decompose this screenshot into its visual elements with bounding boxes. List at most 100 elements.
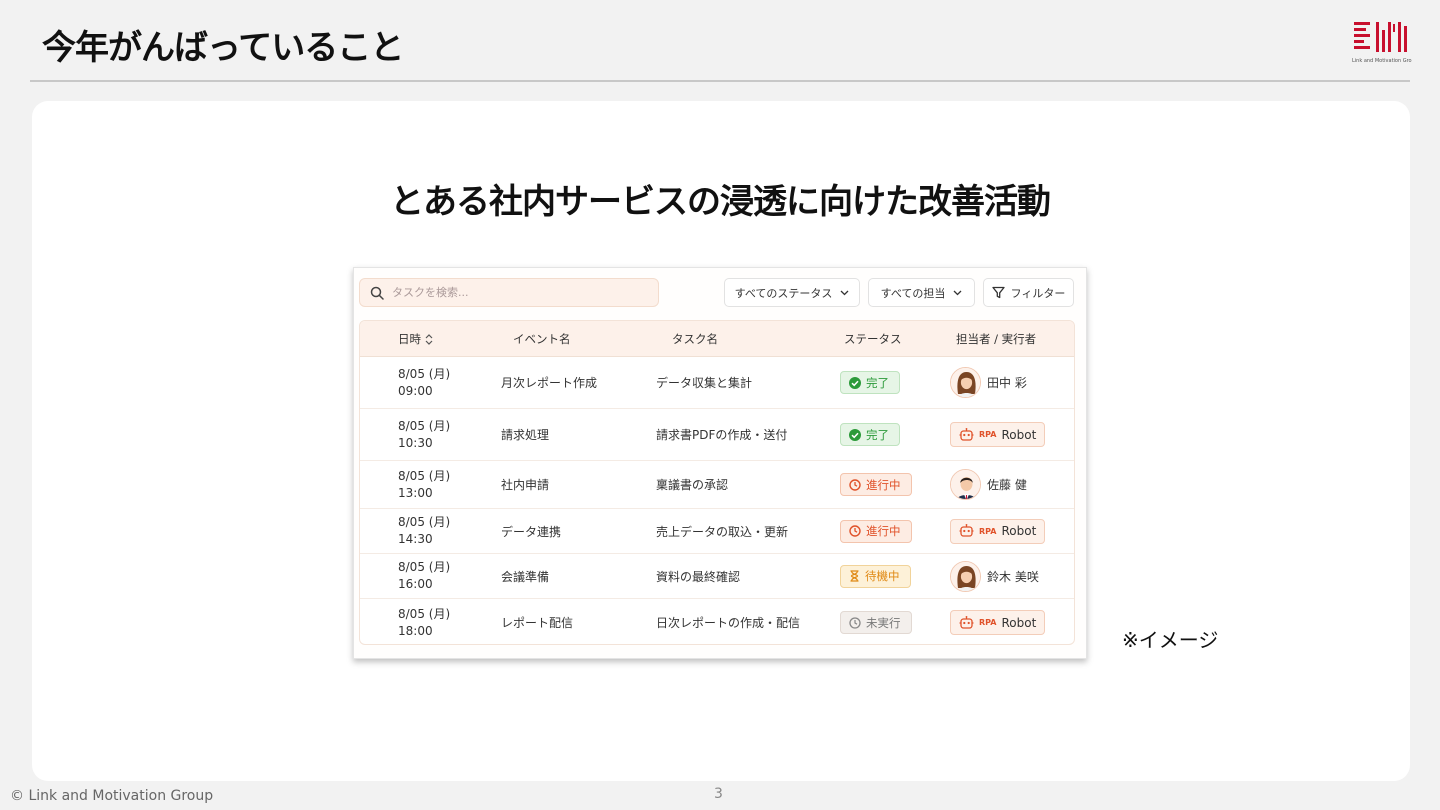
task-name: 売上データの取込・更新: [656, 524, 789, 539]
row-date: 8/05 (月): [398, 515, 451, 529]
status-cell: 進行中: [840, 461, 912, 508]
clock-icon: [849, 478, 861, 491]
assignee-name: Robot: [1001, 615, 1037, 630]
column-header-date[interactable]: 日時: [398, 321, 433, 357]
robot-icon: [959, 615, 974, 629]
status-label: 完了: [866, 375, 889, 390]
status-cell: 待機中: [840, 554, 911, 598]
assignee-cell: RPA Robot: [950, 599, 1045, 644]
row-time: 16:00: [398, 577, 433, 591]
assignee-cell: 佐藤 健: [950, 461, 1027, 508]
event-name: 社内申請: [501, 478, 550, 492]
column-header-task: タスク名: [672, 332, 718, 346]
status-label: 未実行: [866, 615, 901, 630]
assignee-cell: 田中 彩: [950, 357, 1027, 408]
event-name: データ連携: [501, 524, 562, 539]
status-badge: 進行中: [840, 473, 912, 496]
rpa-label: RPA: [979, 618, 997, 627]
robot-assignee-chip[interactable]: RPA Robot: [950, 610, 1045, 635]
table-row[interactable]: 8/05 (月) 10:30 請求処理 請求書PDFの作成・送付 完了 RPA Robot: [360, 409, 1074, 461]
page-number: 3: [714, 786, 723, 802]
status-badge: 完了: [840, 371, 900, 394]
event-name: 会議準備: [501, 569, 550, 584]
task-name: データ収集と集計: [656, 376, 753, 390]
assignee-name: 佐藤 健: [987, 478, 1027, 492]
search-box[interactable]: [359, 278, 659, 307]
table-row[interactable]: 8/05 (月) 14:30 データ連携 売上データの取込・更新 進行中 RPA Robot: [360, 509, 1074, 554]
table-row[interactable]: 8/05 (月) 16:00 会議準備 資料の最終確認 待機中 鈴木 美咲: [360, 554, 1074, 599]
robot-icon: [959, 524, 974, 537]
status-label: 進行中: [866, 477, 901, 492]
status-label: 待機中: [865, 569, 900, 583]
assignee-cell: 鈴木 美咲: [950, 554, 1039, 598]
date-cell: 8/05 (月) 10:30: [398, 409, 450, 460]
check-circle-icon: [849, 376, 861, 389]
date-cell: 8/05 (月) 14:30: [398, 509, 450, 553]
clock-icon: [849, 525, 861, 537]
slide-subtitle: とある社内サービスの浸透に向けた改善活動: [390, 182, 1051, 222]
hourglass-icon: [850, 570, 859, 582]
chevron-down-icon: [953, 290, 962, 295]
slide-title: 今年がんばっていること: [42, 28, 404, 68]
table-row[interactable]: 8/05 (月) 09:00 月次レポート作成 データ収集と集計 完了 田中 彩: [360, 357, 1074, 409]
assignee-name: Robot: [1001, 524, 1037, 538]
clock-icon: [849, 616, 861, 629]
filter-icon: [991, 286, 1005, 299]
robot-assignee-chip[interactable]: RPA Robot: [950, 422, 1045, 447]
row-time: 13:00: [398, 485, 433, 500]
status-cell: 完了: [840, 409, 900, 460]
copyright: © Link and Motivation Group: [10, 788, 214, 804]
assignee-name: Robot: [1001, 427, 1037, 442]
female-avatar-icon: [951, 561, 980, 591]
assignee-name: 鈴木 美咲: [987, 569, 1039, 584]
female-avatar-icon: [951, 368, 980, 397]
assignee-dropdown-label: すべての担当: [880, 286, 946, 300]
date-cell: 8/05 (月) 18:00: [398, 599, 451, 644]
status-badge: 未実行: [840, 611, 912, 634]
status-label: 進行中: [866, 524, 901, 538]
row-date: 8/05 (月): [398, 606, 451, 621]
row-time: 10:30: [398, 435, 433, 450]
avatar: [950, 367, 981, 398]
column-header-assignee: 担当者 / 実行者: [956, 332, 1037, 346]
search-icon: [370, 286, 384, 300]
rpa-label: RPA: [979, 430, 997, 439]
task-name: 日次レポートの作成・配信: [656, 616, 801, 630]
event-name: 請求処理: [501, 428, 550, 442]
robot-icon: [959, 427, 974, 441]
avatar: [950, 469, 981, 500]
image-note: ※イメージ: [1122, 628, 1219, 652]
status-cell: 進行中: [840, 509, 912, 553]
column-header-event: イベント名: [513, 332, 571, 346]
status-cell: 完了: [840, 357, 900, 408]
filter-button-label: フィルター: [1010, 286, 1066, 300]
table-header: 日時 イベント名 タスク名 ステータス 担当者 / 実行者: [360, 321, 1074, 357]
event-name: レポート配信: [501, 616, 574, 630]
row-date: 8/05 (月): [398, 468, 451, 483]
search-input[interactable]: [392, 286, 642, 299]
assignee-dropdown[interactable]: すべての担当: [868, 278, 975, 307]
filter-button[interactable]: フィルター: [983, 278, 1074, 307]
row-date: 8/05 (月): [398, 560, 451, 574]
date-cell: 8/05 (月) 13:00: [398, 461, 450, 508]
event-name: 月次レポート作成: [501, 376, 598, 390]
status-badge: 完了: [840, 423, 900, 446]
date-cell: 8/05 (月) 09:00: [398, 357, 450, 408]
row-time: 18:00: [398, 623, 433, 638]
date-cell: 8/05 (月) 16:00: [398, 554, 450, 598]
logo-caption: Link and Motivation Group: [1352, 58, 1412, 64]
header-divider: [30, 80, 1410, 82]
assignee-cell: RPA Robot: [950, 509, 1045, 553]
table-row[interactable]: 8/05 (月) 13:00 社内申請 稟議書の承認 進行中 佐藤 健: [360, 461, 1074, 509]
task-table: 日時 イベント名 タスク名 ステータス 担当者 / 実行者 8/05 (月) 09…: [359, 320, 1075, 645]
status-cell: 未実行: [840, 599, 912, 644]
status-badge: 進行中: [840, 519, 912, 543]
assignee-cell: RPA Robot: [950, 409, 1045, 460]
table-row[interactable]: 8/05 (月) 18:00 レポート配信 日次レポートの作成・配信 未実行 RPA Rob…: [360, 599, 1074, 644]
chevron-down-icon: [840, 290, 849, 295]
row-date: 8/05 (月): [398, 418, 451, 433]
task-app-screenshot: すべてのステータス すべての担当 フィルター 日時 イベント名 タスク名 ステー…: [353, 267, 1087, 659]
robot-assignee-chip[interactable]: RPA Robot: [950, 518, 1045, 544]
status-dropdown[interactable]: すべてのステータス: [724, 278, 860, 307]
status-label: 完了: [866, 427, 889, 442]
